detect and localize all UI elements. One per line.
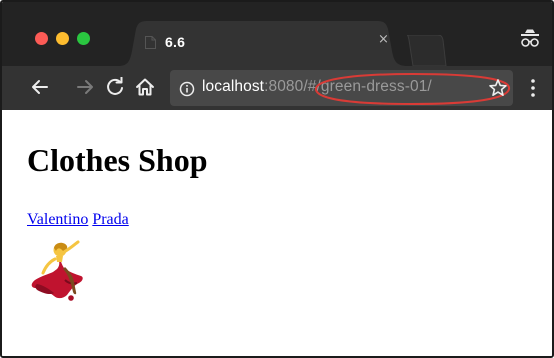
new-tab-button[interactable] [407,35,447,66]
browser-toolbar: localhost:8080/#/green-dress-01/ [2,66,552,110]
page-favicon-icon [145,36,156,49]
brand-links: Valentino Prada [27,211,129,229]
bookmark-star-icon[interactable] [488,78,508,98]
page-title: Clothes Shop [27,142,208,178]
menu-icon[interactable] [530,78,536,98]
back-icon[interactable] [30,77,50,97]
close-window-button[interactable] [35,32,48,45]
tab-title: 6.6 [165,34,186,50]
tab-shape [118,21,408,66]
home-icon[interactable] [135,77,155,97]
url-host: localhost [202,78,265,95]
tab-active[interactable]: 6.6 × [118,21,408,66]
forward-icon[interactable] [75,77,95,97]
incognito-icon[interactable] [520,29,540,49]
reload-icon[interactable] [105,77,125,97]
woman-dancing-emoji [31,240,83,301]
browser-window: 6.6 × localhost:8080/#/green-dress-01/ C… [0,0,554,358]
brand-link-prada[interactable]: Prada [92,211,128,228]
tab-close-icon[interactable]: × [378,32,389,47]
brand-link-valentino[interactable]: Valentino [27,211,88,228]
url-port: :8080 [264,78,304,95]
address-bar[interactable]: localhost:8080/#/green-dress-01/ [170,70,513,106]
tab-strip: 6.6 × [2,2,552,66]
url-highlight-annotation [315,72,510,106]
minimize-window-button[interactable] [56,32,69,45]
info-icon[interactable] [179,81,195,97]
page-content: Clothes Shop Valentino Prada [2,110,552,356]
maximize-window-button[interactable] [77,32,90,45]
